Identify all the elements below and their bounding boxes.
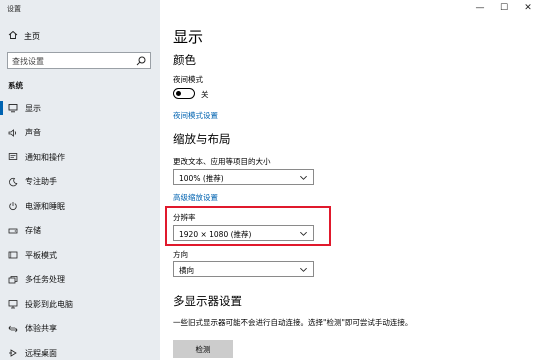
search-placeholder: 查找设置 [12, 57, 44, 66]
sidebar-item-label: 远程桌面 [25, 348, 57, 358]
sidebar-item-label: 多任务处理 [25, 275, 65, 285]
sidebar-item-power[interactable]: 电源和睡眠 [0, 194, 160, 219]
sidebar-item-label: 投影到此电脑 [25, 299, 73, 309]
night-light-toggle[interactable] [173, 88, 195, 99]
tablet-icon [8, 250, 18, 260]
sidebar-item-project[interactable]: 投影到此电脑 [0, 292, 160, 317]
resolution-highlight-box [165, 206, 331, 246]
toggle-knob [176, 90, 181, 96]
remote-icon [8, 348, 18, 358]
sidebar-item-shared-experiences[interactable]: 体验共享 [0, 317, 160, 342]
sidebar-item-label: 体验共享 [25, 324, 57, 334]
multitask-icon [8, 275, 18, 285]
page-title: 显示 [173, 28, 204, 46]
night-light-settings-link[interactable]: 夜间模式设置 [173, 110, 218, 121]
sidebar-item-display[interactable]: 显示 [0, 96, 160, 121]
sidebar-nav: 显示 声音 通知和操作 专注助手 电源和睡眠 存储 平板模式 多任务处理 投影到… [0, 96, 160, 360]
scale-select[interactable]: 100% (推荐) [173, 169, 314, 185]
sidebar-item-focus-assist[interactable]: 专注助手 [0, 170, 160, 195]
sidebar-item-label: 声音 [25, 128, 41, 138]
search-input[interactable]: 查找设置 [7, 52, 151, 69]
orientation-label: 方向 [173, 250, 188, 259]
search-icon [136, 56, 146, 66]
night-light-label: 夜间模式 [173, 75, 203, 84]
window-title: 设置 [7, 5, 21, 13]
sidebar-item-label: 存储 [25, 226, 41, 236]
sidebar-section-label: 系统 [8, 81, 23, 90]
sidebar-item-remote-desktop[interactable]: 远程桌面 [0, 341, 160, 360]
project-icon [8, 299, 18, 309]
sidebar-item-notifications[interactable]: 通知和操作 [0, 145, 160, 170]
sidebar-item-label: 通知和操作 [25, 152, 65, 162]
sidebar-item-label: 主页 [24, 31, 40, 41]
scale-layout-heading: 缩放与布局 [173, 132, 231, 146]
share-icon [8, 324, 18, 334]
sidebar-item-sound[interactable]: 声音 [0, 121, 160, 146]
chevron-down-icon [300, 267, 307, 272]
sidebar-item-tablet[interactable]: 平板模式 [0, 243, 160, 268]
sidebar: 设置 主页 查找设置 系统 显示 声音 通知和操作 专注助手 电源和睡眠 存储 … [0, 0, 160, 360]
sidebar-item-label: 专注助手 [25, 177, 57, 187]
sidebar-item-label: 电源和睡眠 [25, 201, 65, 211]
scale-value: 100% (推荐) [179, 174, 224, 183]
advanced-scaling-link[interactable]: 高级缩放设置 [173, 192, 218, 203]
orientation-value: 横向 [179, 266, 194, 275]
multi-display-description: 一些旧式显示器可能不会进行自动连接。选择"检测"即可尝试手动连接。 [173, 318, 413, 327]
storage-icon [8, 226, 18, 236]
sidebar-item-home[interactable]: 主页 [0, 28, 160, 44]
sidebar-item-storage[interactable]: 存储 [0, 219, 160, 244]
speaker-icon [8, 128, 18, 138]
text-size-label: 更改文本、应用等项目的大小 [173, 157, 271, 166]
home-icon [8, 30, 18, 43]
multi-display-heading: 多显示器设置 [173, 294, 242, 308]
sidebar-item-label: 显示 [25, 103, 41, 113]
moon-icon [8, 177, 18, 187]
color-heading: 颜色 [173, 53, 196, 67]
notification-icon [8, 152, 18, 162]
sidebar-item-multitasking[interactable]: 多任务处理 [0, 268, 160, 293]
main-content: 显示 颜色 夜间模式 关 夜间模式设置 缩放与布局 更改文本、应用等项目的大小 … [160, 0, 540, 360]
monitor-icon [8, 103, 18, 113]
chevron-down-icon [300, 175, 307, 180]
orientation-select[interactable]: 横向 [173, 261, 314, 277]
night-light-state: 关 [201, 90, 209, 99]
power-icon [8, 201, 18, 211]
sidebar-item-label: 平板模式 [25, 250, 57, 260]
detect-button[interactable]: 检测 [173, 340, 233, 358]
